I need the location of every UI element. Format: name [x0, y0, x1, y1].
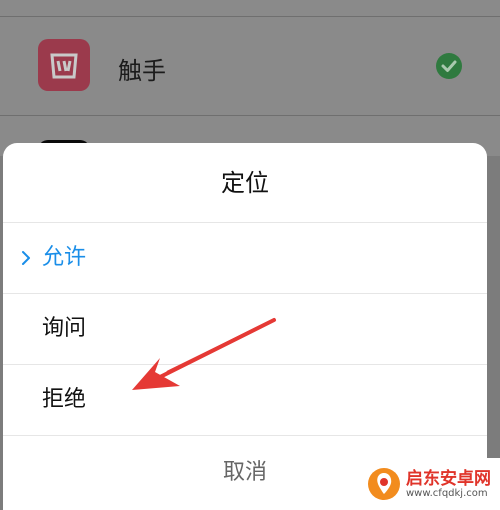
annotation-arrow — [132, 318, 276, 390]
watermark-url: www.cfqdkj.com — [406, 488, 488, 499]
watermark: 启东安卓网 www.cfqdkj.com — [358, 458, 500, 510]
watermark-logo-icon — [368, 468, 400, 500]
watermark-name: 启东安卓网 — [406, 469, 491, 489]
